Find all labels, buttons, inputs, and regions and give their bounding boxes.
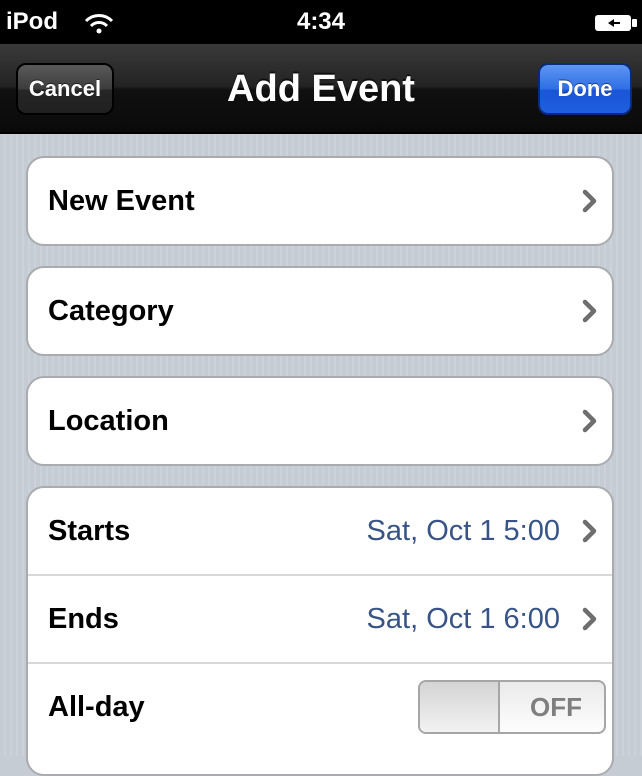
location-group: Location bbox=[26, 376, 614, 466]
location-label: Location bbox=[48, 404, 169, 437]
cancel-button[interactable]: Cancel bbox=[16, 63, 114, 115]
toggle-state-label: OFF bbox=[530, 692, 582, 722]
ends-value: Sat, Oct 1 6:00 bbox=[366, 602, 560, 635]
chevron-right-icon bbox=[582, 607, 597, 631]
title-group: New Event bbox=[26, 156, 614, 246]
all-day-row: All-day OFF bbox=[28, 662, 612, 750]
starts-row[interactable]: Starts Sat, Oct 1 5:00 bbox=[28, 488, 612, 574]
status-clock: 4:34 bbox=[296, 8, 346, 35]
chevron-right-icon bbox=[582, 409, 597, 433]
status-bar: iPod 4:34 bbox=[0, 0, 642, 44]
ends-row[interactable]: Ends Sat, Oct 1 6:00 bbox=[28, 574, 612, 662]
starts-value: Sat, Oct 1 5:00 bbox=[366, 514, 560, 547]
chevron-right-icon bbox=[582, 299, 597, 323]
event-title-row[interactable]: New Event bbox=[28, 158, 612, 244]
chevron-right-icon bbox=[582, 519, 597, 543]
event-title-label: New Event bbox=[48, 184, 195, 217]
toggle-knob bbox=[420, 682, 500, 732]
all-day-label: All-day bbox=[48, 690, 145, 723]
location-row[interactable]: Location bbox=[28, 378, 612, 464]
battery-icon bbox=[595, 15, 637, 31]
done-button[interactable]: Done bbox=[538, 63, 632, 115]
time-group: Starts Sat, Oct 1 5:00 Ends Sat, Oct 1 6… bbox=[26, 486, 614, 776]
ends-label: Ends bbox=[48, 602, 119, 635]
form-content: New Event Category Location Starts Sat, … bbox=[0, 134, 642, 776]
all-day-toggle[interactable]: OFF bbox=[418, 680, 606, 734]
navigation-bar: Add Event Cancel Done bbox=[0, 44, 642, 134]
chevron-right-icon bbox=[582, 189, 597, 213]
category-row[interactable]: Category bbox=[28, 268, 612, 354]
category-group: Category bbox=[26, 266, 614, 356]
category-label: Category bbox=[48, 294, 174, 327]
starts-label: Starts bbox=[48, 514, 131, 547]
